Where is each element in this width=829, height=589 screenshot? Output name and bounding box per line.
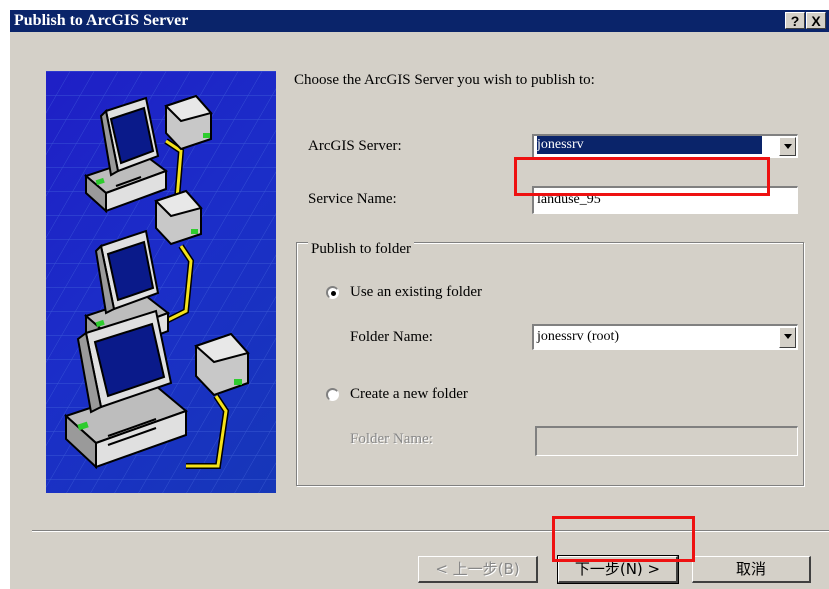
network-computers-icon — [46, 71, 276, 493]
folder-name-selected-value: jonessrv (root) — [537, 329, 620, 344]
publish-dialog: Publish to ArcGIS Server ? X Choose the … — [10, 10, 829, 589]
create-new-folder-radio[interactable] — [326, 388, 339, 401]
create-new-folder-label[interactable]: Create a new folder — [350, 385, 468, 403]
server-dropdown-arrow-icon[interactable] — [779, 137, 796, 156]
prompt-text: Choose the ArcGIS Server you wish to pub… — [294, 72, 595, 88]
folder-name-dropdown[interactable]: jonessrv (root) — [532, 324, 798, 350]
publish-folder-group-title: Publish to folder — [308, 240, 414, 258]
server-label: ArcGIS Server: — [308, 138, 402, 154]
server-dropdown[interactable]: jonessrv — [532, 134, 798, 158]
new-folder-name-input[interactable] — [535, 426, 798, 456]
cancel-button[interactable]: 取消 — [692, 556, 811, 583]
server-selected-value: jonessrv — [537, 136, 762, 154]
dialog-title: Publish to ArcGIS Server — [14, 12, 189, 29]
back-button[interactable]: < 上一步(B) — [418, 556, 538, 583]
service-name-label: Service Name: — [308, 191, 397, 207]
use-existing-folder-label[interactable]: Use an existing folder — [350, 283, 482, 301]
radio-selected-dot — [331, 291, 336, 296]
help-button[interactable]: ? — [785, 12, 805, 29]
close-button[interactable]: X — [806, 12, 826, 29]
footer-divider — [32, 530, 829, 532]
use-existing-folder-radio[interactable] — [326, 286, 339, 299]
next-button[interactable]: 下一步(N) > — [557, 555, 679, 584]
folder-name-label: Folder Name: — [350, 329, 433, 345]
title-bar: Publish to ArcGIS Server ? X — [10, 10, 829, 32]
service-name-input[interactable]: landuse_95 — [532, 186, 798, 214]
folder-dropdown-arrow-icon[interactable] — [779, 327, 796, 348]
new-folder-name-label: Folder Name: — [350, 431, 433, 447]
network-computers-illustration — [46, 71, 276, 493]
